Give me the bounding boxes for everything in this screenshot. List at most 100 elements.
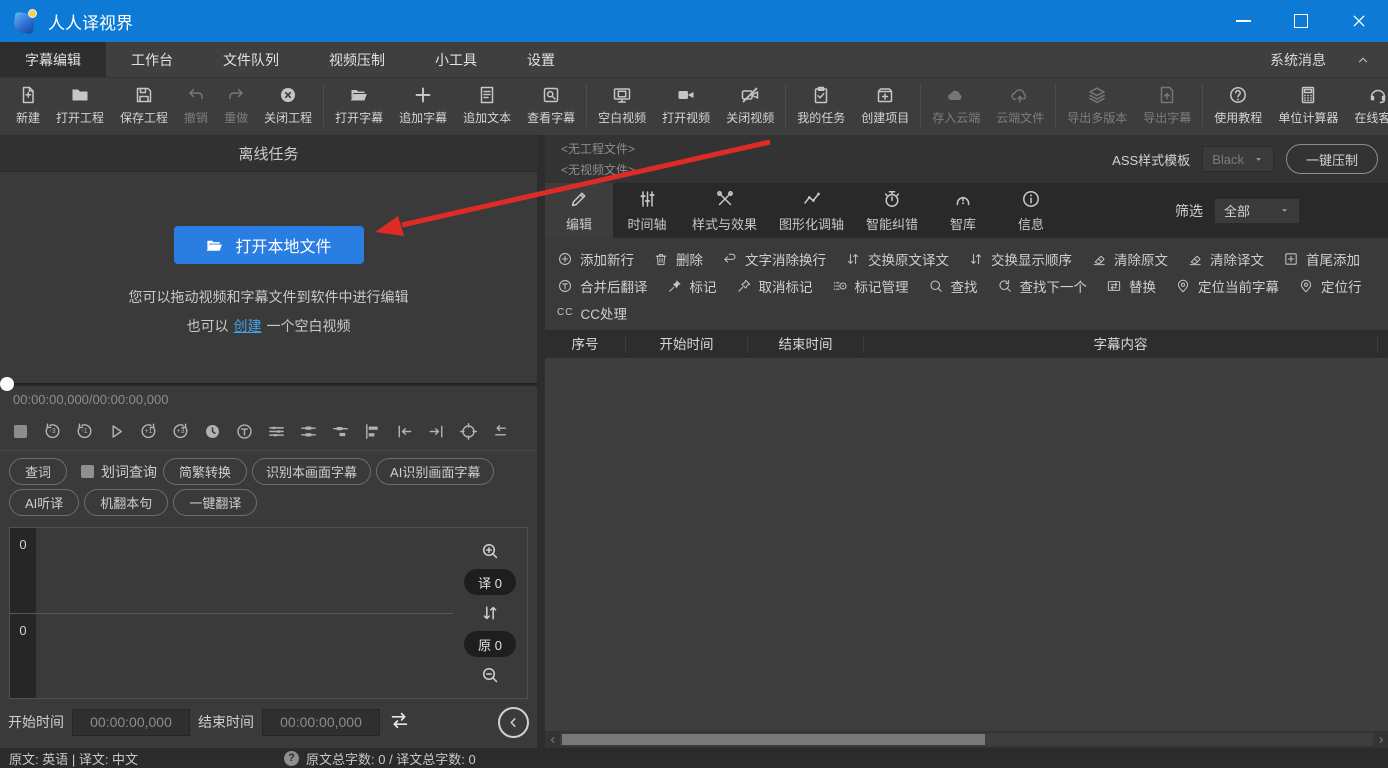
toolbar-export-subtitle[interactable]: 导出字幕 [1135,85,1199,126]
start-time-input[interactable] [72,709,190,736]
tab-edit[interactable]: 编辑 [545,183,613,238]
toolbar-close-video[interactable]: 关闭视频 [718,85,782,126]
tab-knowledge-base[interactable]: 智库 [929,183,997,238]
action-locate-line[interactable]: 定位行 [1298,276,1362,296]
ass-template-select[interactable]: Black [1202,146,1274,172]
translation-text-area[interactable] [36,528,453,613]
open-local-file-button[interactable]: 打开本地文件 [174,226,364,264]
machine-translate-sentence-button[interactable]: 机翻本句 [84,489,168,516]
playback-slider[interactable] [0,376,537,392]
rewind-3s-button[interactable]: -3 [37,416,68,446]
select-lookup-label[interactable]: 划词查询 [101,462,157,482]
ocr-frame-subtitle-button[interactable]: 识别本画面字幕 [252,458,371,485]
one-click-translate-button[interactable]: 一键翻译 [173,489,257,516]
rewind-1s-button[interactable]: -1 [69,416,100,446]
toolbar-save-project[interactable]: 保存工程 [112,85,176,126]
lookup-word-button[interactable]: 查词 [9,458,67,485]
clock-button[interactable] [197,416,228,446]
subtitle-table-body[interactable] [545,358,1388,731]
toolbar-tutorial[interactable]: 使用教程 [1206,85,1270,126]
action-remove-linebreak[interactable]: 文字消除换行 [722,249,826,269]
stop-button[interactable] [5,416,36,446]
to-end-button[interactable] [421,416,452,446]
action-add-line[interactable]: 添加新行 [557,249,634,269]
scroll-left-arrow[interactable] [545,731,560,748]
toolbar-open-project[interactable]: 打开工程 [48,85,112,126]
action-find-next[interactable]: 查找下一个 [997,276,1088,296]
toolbar-export-multi[interactable]: 导出多版本 [1059,85,1135,126]
toolbar-blank-video[interactable]: 空白视频 [590,85,654,126]
help-question-icon[interactable]: ? [284,751,299,766]
column-index[interactable]: 序号 [545,336,626,353]
zoom-out-icon[interactable] [480,665,500,685]
scroll-right-arrow[interactable] [1373,731,1388,748]
forward-1s-button[interactable]: +1 [133,416,164,446]
action-swap-source-target[interactable]: 交换原文译文 [845,249,949,269]
scrollbar-track[interactable] [560,733,1373,746]
toolbar-append-text[interactable]: 追加文本 [455,85,519,126]
collapse-panel-button[interactable] [498,707,529,738]
toolbar-append-subtitle[interactable]: 追加字幕 [391,85,455,126]
action-delete[interactable]: 删除 [653,249,703,269]
menu-tools[interactable]: 小工具 [410,42,502,77]
timeline-sliders-button[interactable] [261,416,292,446]
zoom-in-icon[interactable] [480,541,500,561]
original-text-area[interactable] [36,614,453,699]
to-start-button[interactable] [389,416,420,446]
menu-settings[interactable]: 设置 [502,42,580,77]
action-cc-process[interactable]: CCCC处理 [557,303,627,323]
align-left-button[interactable] [357,416,388,446]
toolbar-view-subtitle[interactable]: 查看字幕 [519,85,583,126]
menu-subtitle-edit[interactable]: 字幕编辑 [0,42,106,77]
close-button[interactable] [1330,0,1388,42]
column-start-time[interactable]: 开始时间 [626,336,748,353]
menu-workbench[interactable]: 工作台 [106,42,198,77]
toolbar-save-to-cloud[interactable]: 存入云端 [924,85,988,126]
ai-transcribe-button[interactable]: AI听译 [9,489,79,516]
action-locate-current[interactable]: 定位当前字幕 [1175,276,1279,296]
action-mark[interactable]: 标记 [667,276,717,296]
menu-video-render[interactable]: 视频压制 [304,42,410,77]
maximize-button[interactable] [1272,0,1330,42]
tab-smart-correction[interactable]: 智能纠错 [855,183,929,238]
system-message-label[interactable]: 系统消息 [1270,50,1326,70]
toolbar-undo[interactable]: 撤销 [176,85,216,126]
tab-info[interactable]: 信息 [997,183,1065,238]
swap-times-button[interactable] [388,709,411,735]
filter-select[interactable]: 全部 [1214,198,1300,224]
action-clear-target[interactable]: 清除译文 [1187,249,1264,269]
action-unmark[interactable]: 取消标记 [736,276,813,296]
toolbar-open-subtitle[interactable]: 打开字幕 [327,85,391,126]
scrollbar-thumb[interactable] [562,734,985,745]
toolbar-my-tasks[interactable]: 我的任务 [789,85,853,126]
shift-left-button[interactable] [485,416,516,446]
tab-timeline[interactable]: 时间轴 [613,183,681,238]
simplified-traditional-button[interactable]: 简繁转换 [163,458,247,485]
toolbar-online-support[interactable]: 在线客服 [1346,85,1388,126]
toolbar-redo[interactable]: 重做 [216,85,256,126]
action-clear-source[interactable]: 清除原文 [1091,249,1168,269]
menu-file-queue[interactable]: 文件队列 [198,42,304,77]
column-end-time[interactable]: 结束时间 [748,336,864,353]
action-add-head-tail[interactable]: 首尾添加 [1283,249,1360,269]
end-time-input[interactable] [262,709,380,736]
crosshair-button[interactable] [453,416,484,446]
ai-ocr-subtitle-button[interactable]: AI识别画面字幕 [376,458,494,485]
swap-original-translation-icon[interactable] [480,603,500,623]
one-click-render-button[interactable]: 一键压制 [1286,144,1378,174]
minimize-button[interactable] [1214,0,1272,42]
toolbar-new[interactable]: 新建 [8,85,48,126]
horizontal-scrollbar[interactable] [545,731,1388,748]
toolbar-open-video[interactable]: 打开视频 [654,85,718,126]
collapse-chevron-icon[interactable] [1356,53,1370,67]
merge-center-button[interactable] [293,416,324,446]
tab-style-effects[interactable]: 样式与效果 [681,183,768,238]
text-mode-button[interactable] [229,416,260,446]
create-link[interactable]: 创建 [234,318,262,334]
merge-offset-button[interactable] [325,416,356,446]
select-lookup-checkbox[interactable] [81,465,94,478]
play-button[interactable] [101,416,132,446]
action-find[interactable]: 查找 [928,276,978,296]
toolbar-cloud-files[interactable]: 云端文件 [988,85,1052,126]
action-swap-display-order[interactable]: 交换显示顺序 [968,249,1072,269]
